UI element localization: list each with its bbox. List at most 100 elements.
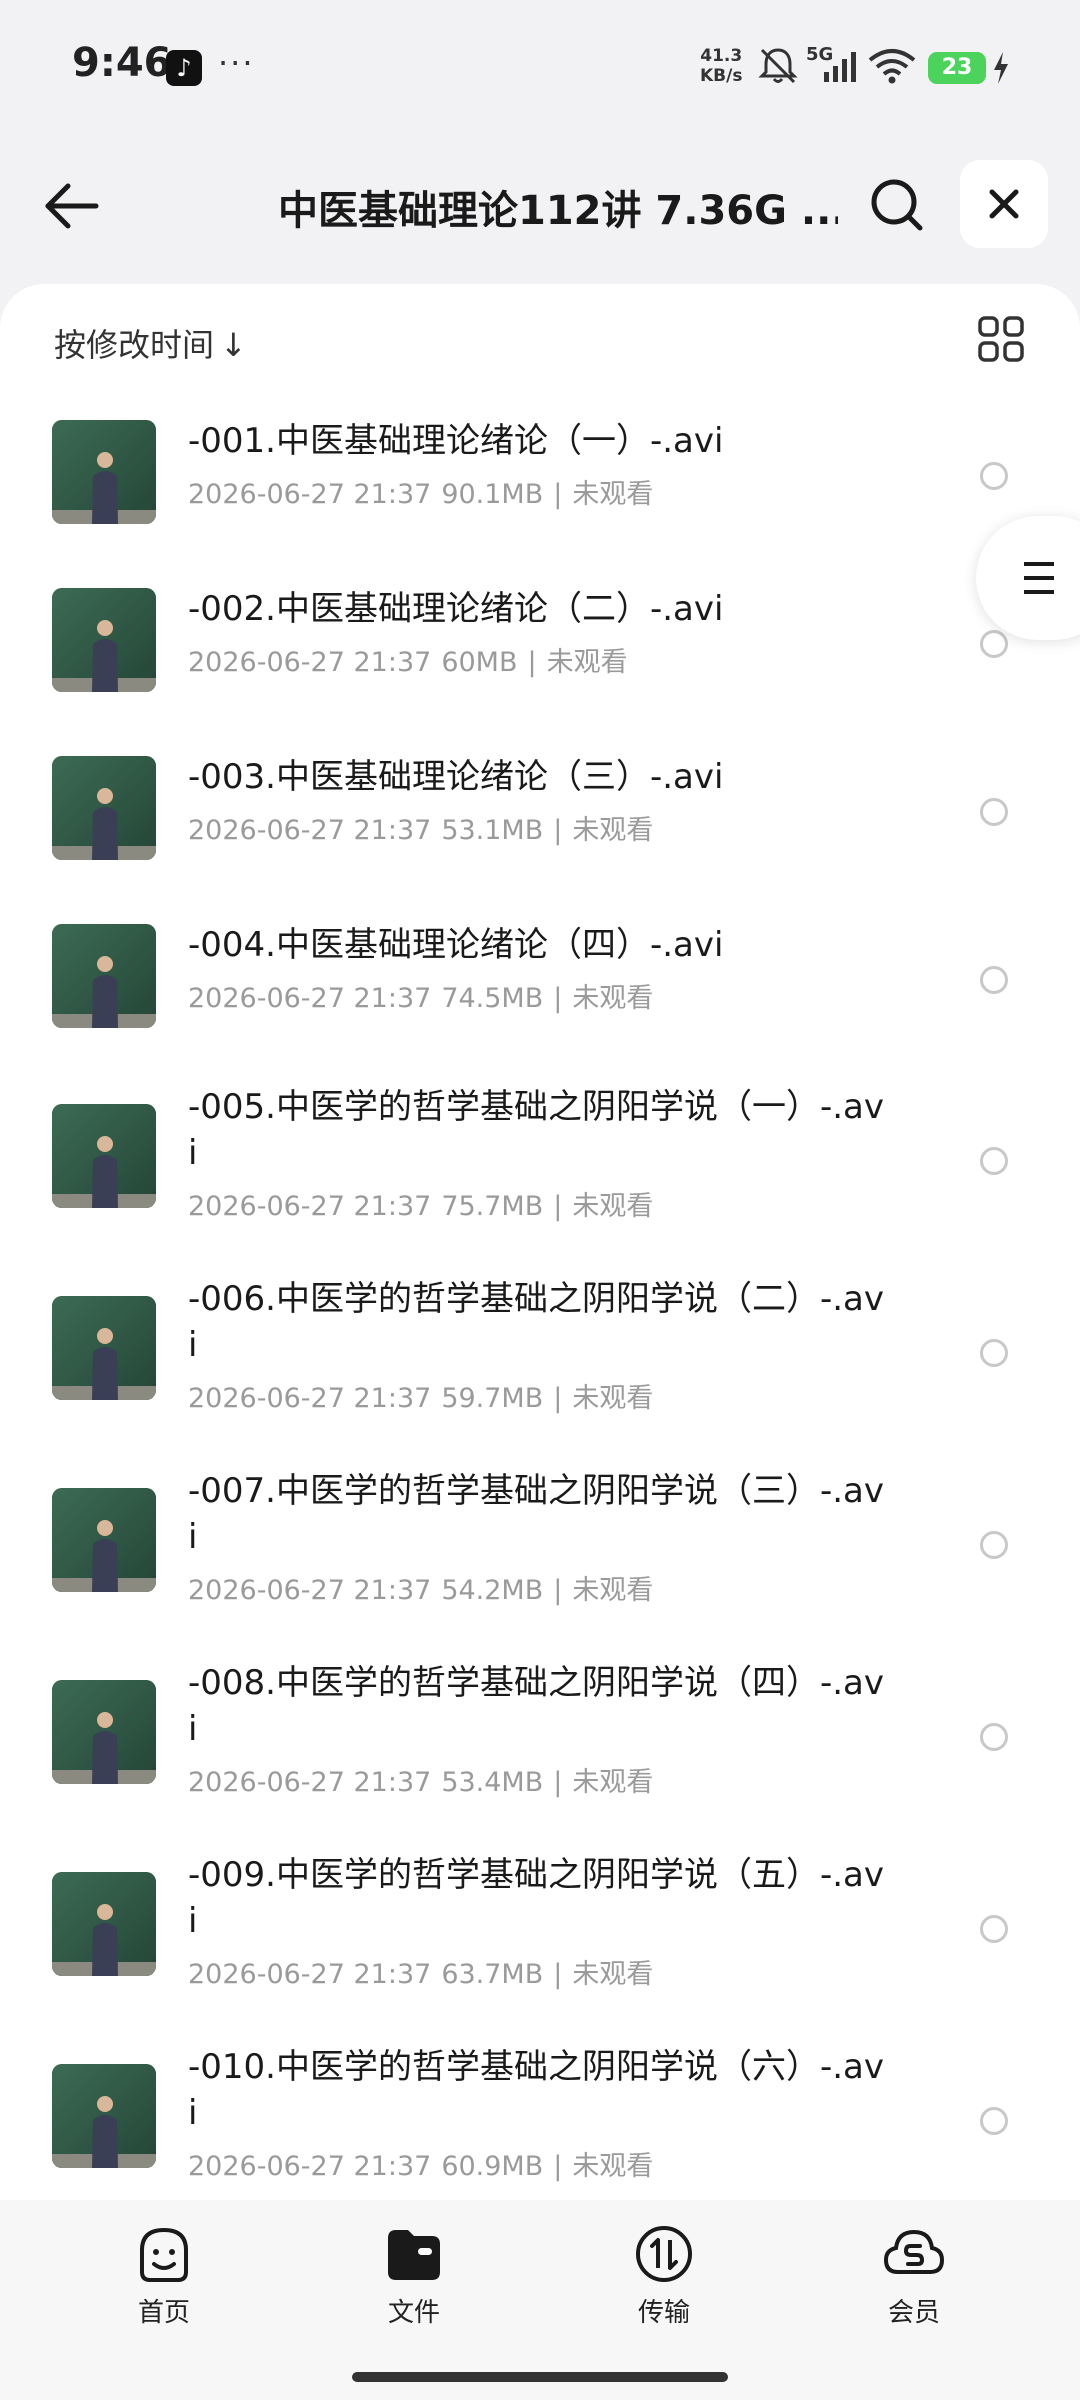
net-speed-value: 41.3 — [700, 46, 743, 66]
file-size: 53.1MB — [441, 815, 544, 846]
file-date: 2026-06-27 21:37 — [188, 1191, 432, 1222]
file-name: -001.中医基础理论绪论（一）-.avi — [188, 421, 724, 461]
file-date: 2026-06-27 21:37 — [188, 2151, 432, 2182]
page-title: 中医基础理论112讲 7.36G ... — [278, 188, 838, 234]
video-thumbnail — [52, 924, 156, 1028]
video-thumbnail — [52, 588, 156, 692]
file-row[interactable]: -006.中医学的哲学基础之阴阳学说（二）-.avi 2026-06-27 21:… — [0, 1279, 1080, 1416]
video-thumbnail — [52, 1680, 156, 1784]
video-thumbnail — [52, 1872, 156, 1976]
lecturer-figure — [92, 620, 118, 692]
file-row[interactable]: -003.中医基础理论绪论（三）-.avi 2026-06-27 21:37 53.… — [0, 754, 1080, 860]
close-icon — [989, 189, 1019, 219]
meta-separator: | — [553, 815, 563, 846]
file-name: -006.中医学的哲学基础之阴阳学说（二）-.avi — [188, 1279, 885, 1365]
file-row[interactable]: -010.中医学的哲学基础之阴阳学说（六）-.avi 2026-06-27 21:… — [0, 2047, 1080, 2184]
net-speed-unit: KB/s — [700, 66, 743, 86]
file-date: 2026-06-27 21:37 — [188, 1383, 432, 1414]
meta-separator: | — [527, 647, 537, 678]
file-name: -002.中医基础理论绪论（二）-.avi — [188, 589, 724, 629]
sort-label: 按修改时间 — [54, 326, 215, 364]
file-meta: 2026-06-27 21:37 63.7MB | 未观看 — [188, 1952, 653, 1991]
video-thumbnail — [52, 2064, 156, 2168]
select-radio[interactable] — [980, 1723, 1008, 1751]
charging-icon — [994, 52, 1008, 84]
file-name: -010.中医学的哲学基础之阴阳学说（六）-.avi — [188, 2047, 885, 2133]
file-size: 59.7MB — [441, 1383, 544, 1414]
sort-selector[interactable]: 按修改时间 ↓ — [54, 320, 247, 366]
bell-muted-icon — [758, 48, 798, 84]
watch-status: 未观看 — [572, 1191, 654, 1222]
watch-status: 未观看 — [572, 1575, 654, 1606]
video-thumbnail — [52, 1488, 156, 1592]
select-radio[interactable] — [980, 1531, 1008, 1559]
meta-separator: | — [553, 1959, 563, 1990]
nav-member[interactable]: 会员 — [844, 2222, 984, 2329]
lecturer-figure — [92, 452, 118, 524]
nav-transfer[interactable]: 传输 — [594, 2222, 734, 2329]
file-meta: 2026-06-27 21:37 75.7MB | 未观看 — [188, 1184, 653, 1223]
select-radio[interactable] — [980, 798, 1008, 826]
nav-label: 文件 — [387, 2298, 440, 2328]
lecturer-figure — [92, 956, 118, 1028]
file-date: 2026-06-27 21:37 — [188, 983, 432, 1014]
file-row[interactable]: -001.中医基础理论绪论（一）-.avi 2026-06-27 21:37 90.… — [0, 418, 1080, 524]
file-meta: 2026-06-27 21:37 60.9MB | 未观看 — [188, 2144, 653, 2183]
lecturer-figure — [92, 2096, 118, 2168]
smiley-home-icon — [140, 2227, 188, 2282]
meta-separator: | — [553, 983, 563, 1014]
file-row[interactable]: -007.中医学的哲学基础之阴阳学说（三）-.avi 2026-06-27 21:… — [0, 1471, 1080, 1608]
watch-status: 未观看 — [572, 479, 654, 510]
file-date: 2026-06-27 21:37 — [188, 1575, 432, 1606]
tiktok-icon: ♪ — [166, 50, 202, 86]
nav-home[interactable]: 首页 — [94, 2222, 234, 2329]
watch-status: 未观看 — [572, 2151, 654, 2182]
grid-view-icon[interactable] — [976, 314, 1026, 364]
video-thumbnail — [52, 1296, 156, 1400]
select-radio[interactable] — [980, 462, 1008, 490]
home-indicator[interactable] — [352, 2372, 728, 2382]
lecturer-figure — [92, 788, 118, 860]
lecturer-figure — [92, 1520, 118, 1592]
watch-status: 未观看 — [572, 1383, 654, 1414]
video-thumbnail — [52, 1104, 156, 1208]
nav-label: 传输 — [637, 2298, 690, 2328]
search-icon[interactable] — [864, 172, 928, 236]
file-meta: 2026-06-27 21:37 54.2MB | 未观看 — [188, 1568, 653, 1607]
file-meta: 2026-06-27 21:37 53.4MB | 未观看 — [188, 1760, 653, 1799]
file-meta: 2026-06-27 21:37 90.1MB | 未观看 — [188, 472, 653, 511]
lecturer-figure — [92, 1328, 118, 1400]
select-radio[interactable] — [980, 630, 1008, 658]
select-radio[interactable] — [980, 1915, 1008, 1943]
list-menu-icon — [1024, 562, 1054, 594]
file-name: -005.中医学的哲学基础之阴阳学说（一）-.avi — [188, 1087, 885, 1173]
file-row[interactable]: -005.中医学的哲学基础之阴阳学说（一）-.avi 2026-06-27 21:… — [0, 1087, 1080, 1224]
transfer-icon — [636, 2226, 692, 2282]
file-row[interactable]: -004.中医基础理论绪论（四）-.avi 2026-06-27 21:37 74.… — [0, 922, 1080, 1028]
file-size: 74.5MB — [441, 983, 544, 1014]
meta-separator: | — [553, 1767, 563, 1798]
meta-separator: | — [553, 1191, 563, 1222]
watch-status: 未观看 — [572, 815, 654, 846]
file-row[interactable]: -008.中医学的哲学基础之阴阳学说（四）-.avi 2026-06-27 21:… — [0, 1663, 1080, 1800]
cloud-member-icon — [883, 2229, 945, 2274]
lecturer-figure — [92, 1904, 118, 1976]
file-size: 60.9MB — [441, 2151, 544, 2182]
select-radio[interactable] — [980, 2107, 1008, 2135]
battery-level: 23 — [928, 52, 986, 84]
nav-label: 首页 — [137, 2298, 190, 2328]
file-date: 2026-06-27 21:37 — [188, 479, 432, 510]
file-row[interactable]: -002.中医基础理论绪论（二）-.avi 2026-06-27 21:37 60M… — [0, 586, 1080, 692]
video-thumbnail — [52, 420, 156, 524]
signal-icon — [824, 52, 856, 82]
file-row[interactable]: -009.中医学的哲学基础之阴阳学说（五）-.avi 2026-06-27 21:… — [0, 1855, 1080, 1992]
back-arrow-icon[interactable] — [40, 174, 104, 238]
file-name: -009.中医学的哲学基础之阴阳学说（五）-.avi — [188, 1855, 885, 1941]
select-radio[interactable] — [980, 1147, 1008, 1175]
select-radio[interactable] — [980, 1339, 1008, 1367]
close-button[interactable] — [960, 160, 1048, 248]
select-radio[interactable] — [980, 966, 1008, 994]
nav-files[interactable]: 文件 — [344, 2222, 484, 2329]
file-size: 60MB — [441, 647, 518, 678]
meta-separator: | — [553, 1575, 563, 1606]
